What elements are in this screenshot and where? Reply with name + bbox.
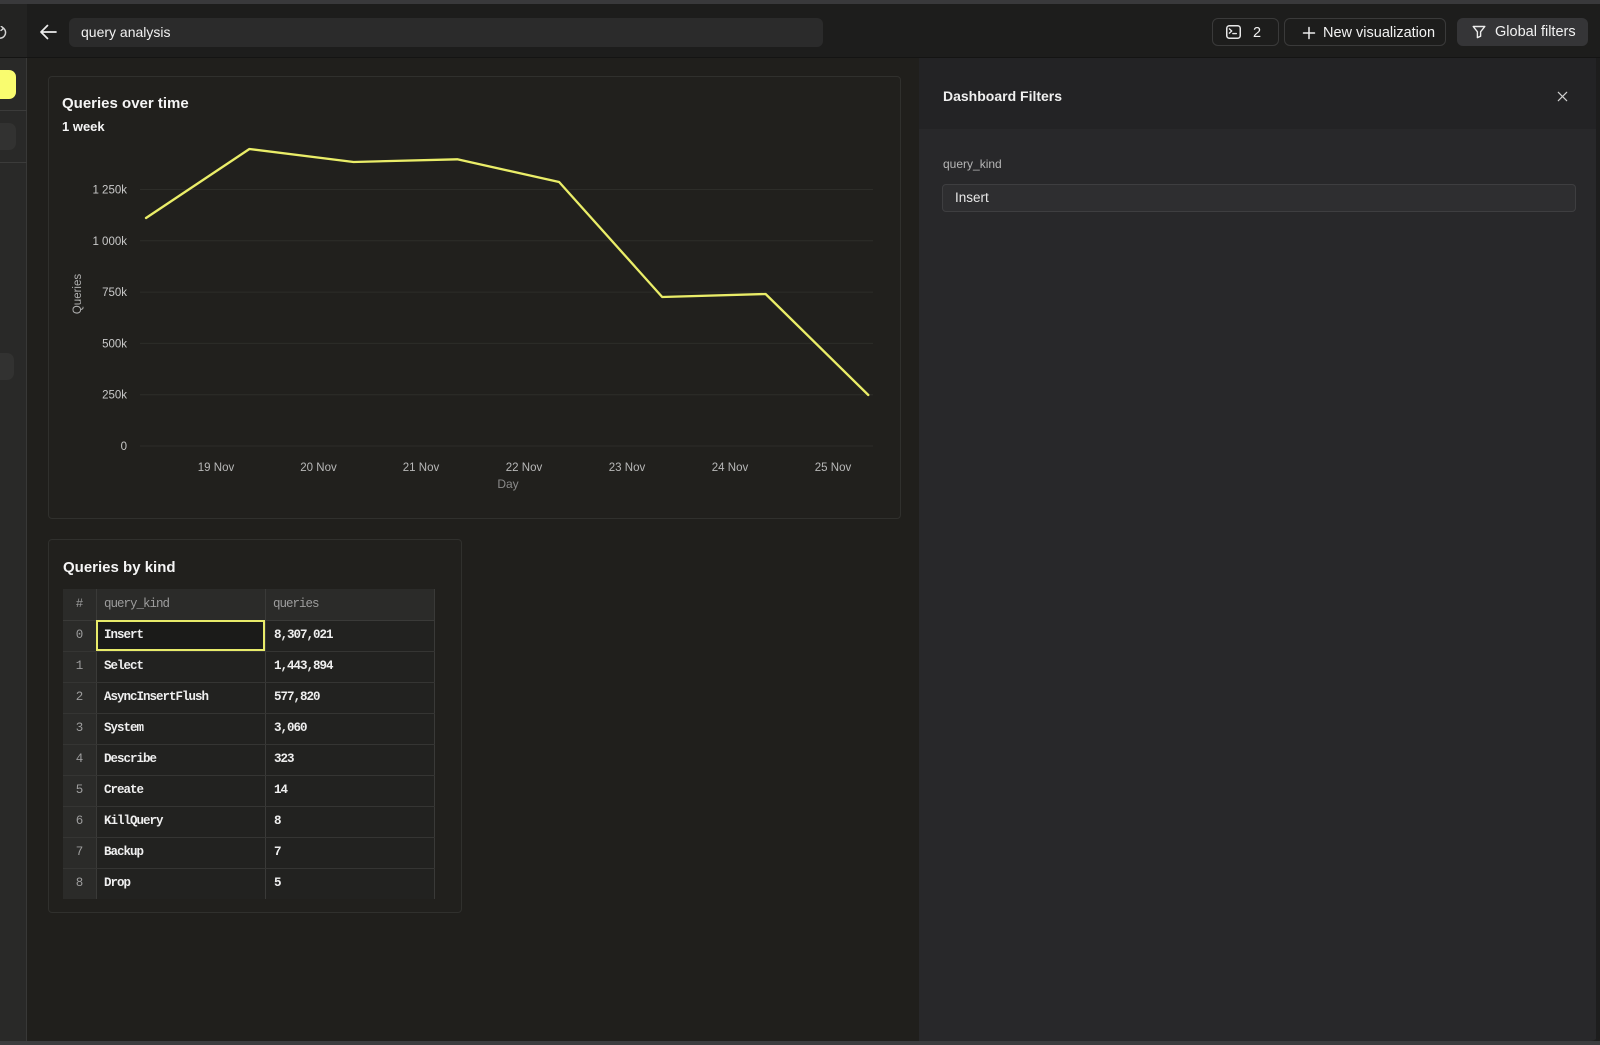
svg-text:Queries: Queries [72, 274, 84, 315]
svg-text:0: 0 [121, 441, 127, 453]
svg-text:19 Nov: 19 Nov [198, 462, 235, 474]
svg-text:Day: Day [497, 477, 518, 491]
svg-text:1 250k: 1 250k [92, 185, 127, 197]
svg-text:20 Nov: 20 Nov [300, 462, 337, 474]
svg-text:25 Nov: 25 Nov [815, 462, 852, 474]
svg-text:21 Nov: 21 Nov [403, 462, 440, 474]
svg-text:500k: 500k [102, 338, 127, 350]
svg-text:1 000k: 1 000k [92, 236, 127, 248]
svg-text:750k: 750k [102, 287, 127, 299]
svg-text:23 Nov: 23 Nov [609, 462, 646, 474]
svg-text:24 Nov: 24 Nov [712, 462, 749, 474]
svg-text:250k: 250k [102, 390, 127, 402]
svg-text:22 Nov: 22 Nov [506, 462, 543, 474]
